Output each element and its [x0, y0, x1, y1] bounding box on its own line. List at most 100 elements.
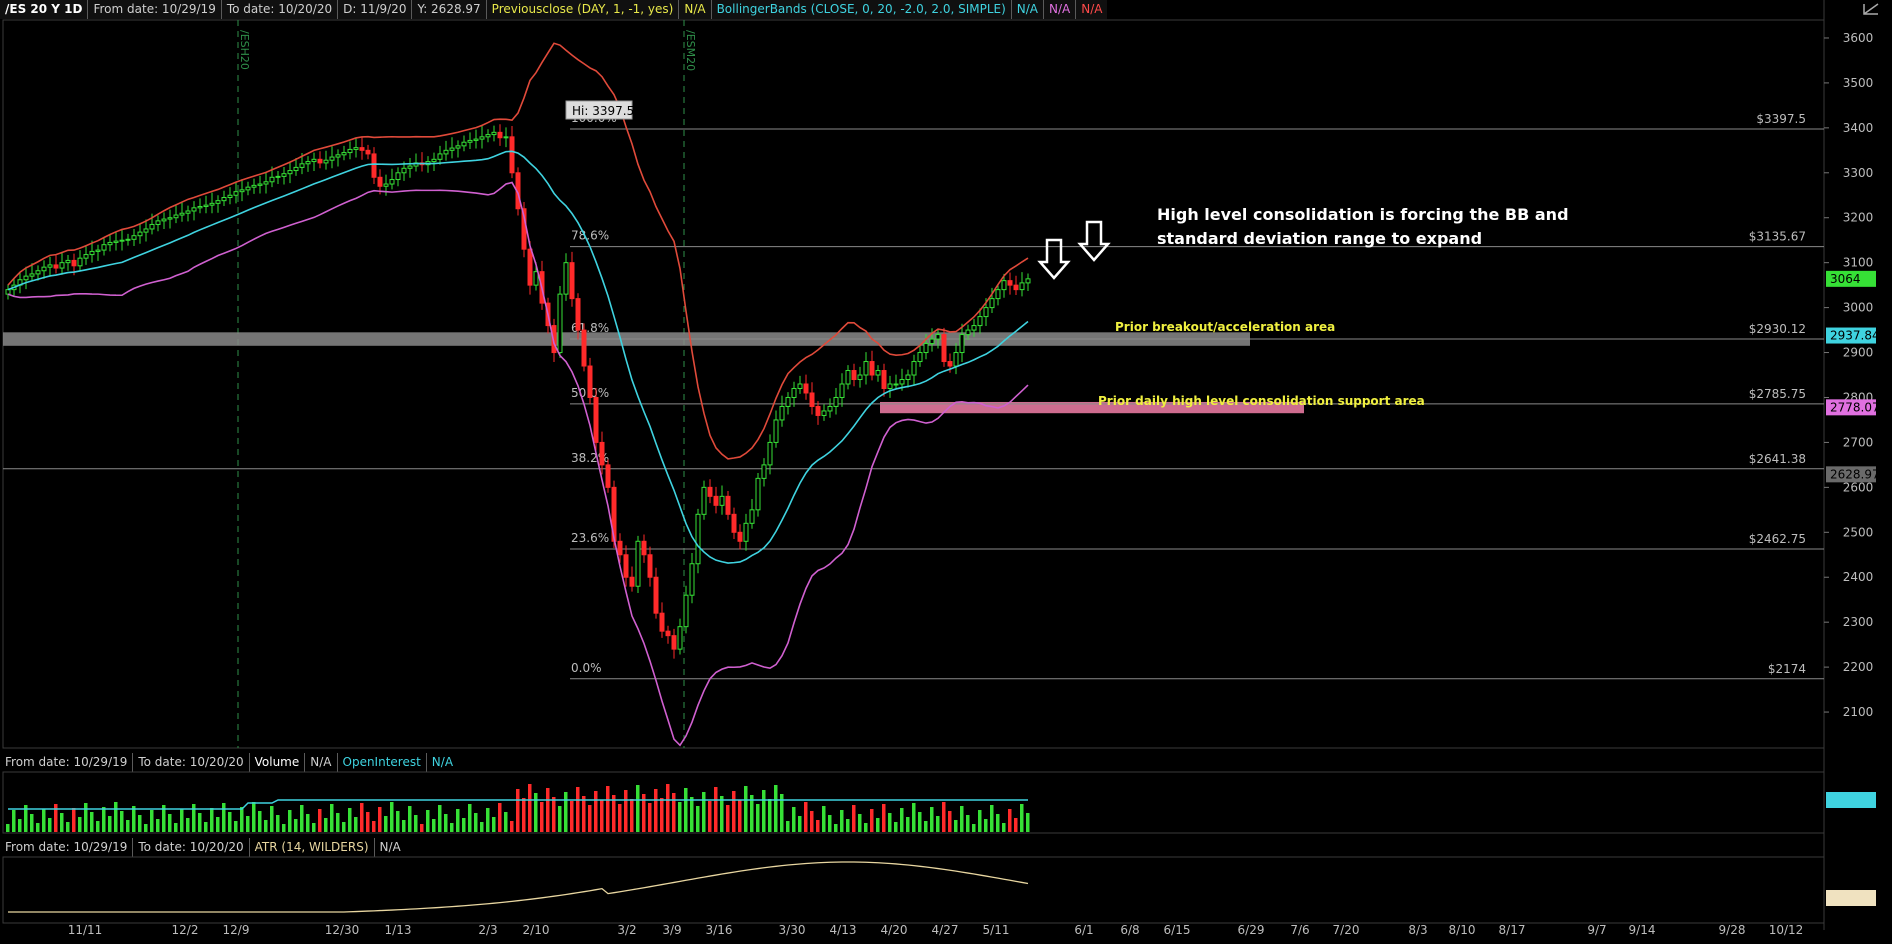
volume-bar	[480, 822, 484, 832]
candle-body	[809, 392, 815, 407]
candle-body	[749, 509, 755, 524]
candle-body	[713, 495, 719, 506]
volume-bar	[246, 816, 250, 832]
candle-body	[557, 293, 563, 354]
price-chart[interactable]: 2100220023002400250026002700280029003000…	[0, 0, 1892, 944]
candle-body	[275, 175, 281, 178]
y-tick-label: 3200	[1843, 211, 1874, 225]
volume-bar	[954, 820, 958, 832]
volume-bar	[858, 814, 862, 832]
volume-bar	[42, 809, 46, 832]
candle-body	[503, 136, 509, 139]
atr-panel-frame	[2, 856, 1825, 924]
volume-bar	[768, 799, 772, 832]
volume-bar	[570, 801, 574, 832]
candle-body	[239, 189, 245, 193]
down-arrow-icon	[1037, 238, 1071, 280]
candle-body	[923, 343, 929, 354]
volume-bar	[846, 819, 850, 832]
candle-body	[761, 464, 767, 479]
candle-body	[953, 352, 959, 367]
candle-body	[149, 223, 155, 230]
volume-bar	[798, 816, 802, 832]
volume-bar	[630, 799, 634, 832]
y-tick-label: 2100	[1843, 705, 1874, 719]
candle-body	[263, 181, 269, 185]
volume-bar	[588, 805, 592, 832]
volume-bar	[498, 803, 502, 832]
candle-body	[983, 307, 989, 318]
volume-bar	[102, 807, 106, 832]
fib-price-label: $2930.12	[1749, 322, 1806, 336]
volume-bar	[948, 811, 952, 832]
candle-body	[467, 139, 473, 143]
x-tick-label: 6/1	[1074, 923, 1093, 937]
candle-body	[1019, 282, 1025, 291]
y-tick-label: 3300	[1843, 166, 1874, 180]
x-tick-label: 2/10	[523, 923, 550, 937]
volume-bar	[330, 804, 334, 832]
volume-bar	[48, 818, 52, 832]
volume-bar	[198, 813, 202, 832]
candle-body	[347, 148, 353, 154]
volume-bar	[150, 810, 154, 832]
candle-body	[113, 240, 119, 243]
candle-body	[299, 163, 305, 168]
volume-bar	[852, 805, 856, 832]
candle-body	[905, 374, 911, 381]
candle-body	[497, 131, 503, 139]
volume-bar	[156, 819, 160, 832]
candle-body	[827, 405, 833, 412]
volume-bar	[606, 786, 610, 832]
volume-bar	[882, 804, 886, 832]
candle-body	[653, 576, 659, 614]
volume-bar	[138, 815, 142, 832]
x-tick-label: 4/13	[830, 923, 857, 937]
candle-body	[743, 522, 749, 542]
volume-bar	[654, 789, 658, 832]
fib-price-label: $2174	[1768, 662, 1806, 676]
volume-bar	[474, 813, 478, 832]
volume-bar	[912, 803, 916, 832]
candle-body	[767, 441, 773, 466]
volume-bar	[414, 815, 418, 832]
x-tick-label: 9/14	[1629, 923, 1656, 937]
candle-body	[587, 365, 593, 398]
volume-bar	[276, 815, 280, 832]
volume-bar	[450, 823, 454, 832]
volume-bar	[60, 813, 64, 832]
volume-bar	[240, 807, 244, 832]
y-tick-label: 2900	[1843, 346, 1874, 360]
candle-body	[869, 361, 875, 376]
volume-bar	[906, 817, 910, 832]
volume-bar	[576, 787, 580, 832]
candle-body	[911, 361, 917, 376]
candle-body	[845, 370, 851, 385]
x-tick-label: 1/13	[385, 923, 412, 937]
candle-body	[695, 513, 701, 565]
volume-bar	[900, 808, 904, 832]
candle-body	[215, 200, 221, 204]
candle-body	[143, 228, 149, 233]
volume-bar	[678, 802, 682, 832]
volume-bar	[108, 816, 112, 832]
volume-bar	[420, 824, 424, 832]
volume-bar	[1002, 823, 1006, 832]
candle-body	[665, 630, 671, 637]
volume-bar	[930, 807, 934, 832]
candle-body	[395, 172, 401, 181]
y-tick-label: 3600	[1843, 31, 1874, 45]
volume-bar	[786, 821, 790, 832]
volume-bar	[870, 809, 874, 832]
volume-bar	[888, 813, 892, 832]
candle-body	[635, 540, 641, 587]
candle-body	[77, 257, 83, 267]
candle-body	[779, 405, 785, 421]
contract-roll-label: /ESM20	[684, 30, 697, 71]
y-tick-label: 2700	[1843, 435, 1874, 449]
candle-body	[65, 259, 71, 264]
volume-bar	[378, 807, 382, 832]
chart-annotation: High level consolidation is forcing the …	[1157, 205, 1569, 224]
candle-body	[797, 383, 803, 389]
volume-bar	[282, 824, 286, 832]
